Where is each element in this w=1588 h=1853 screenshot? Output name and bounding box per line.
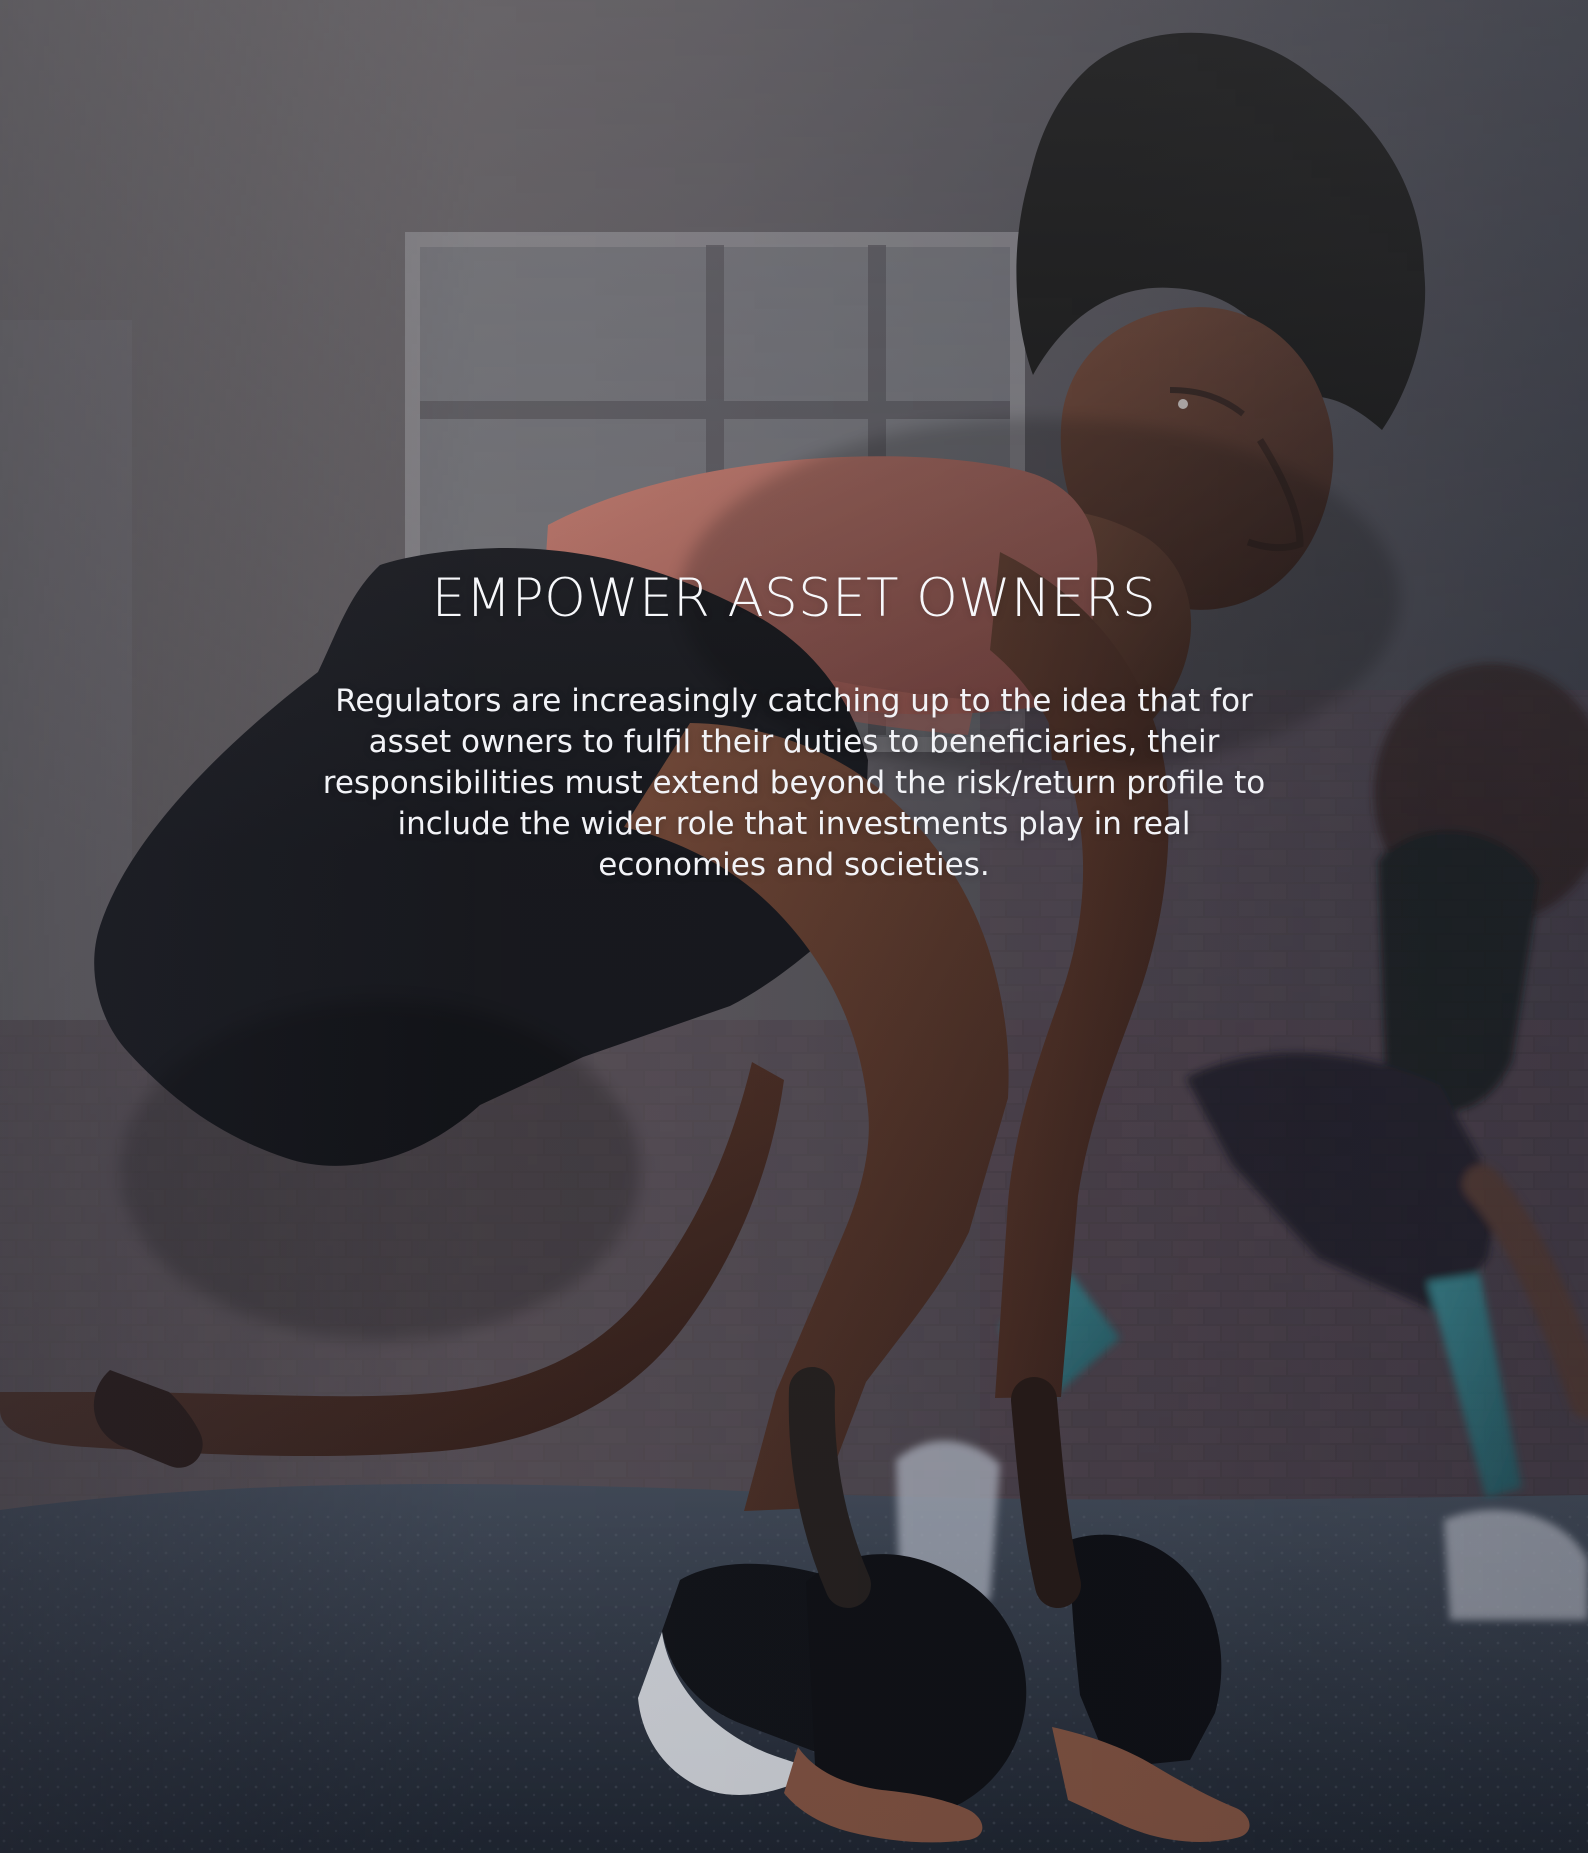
hero-section: EMPOWER ASSET OWNERS Regulators are incr… [0, 0, 1588, 1853]
image-overlay [0, 0, 1588, 1853]
